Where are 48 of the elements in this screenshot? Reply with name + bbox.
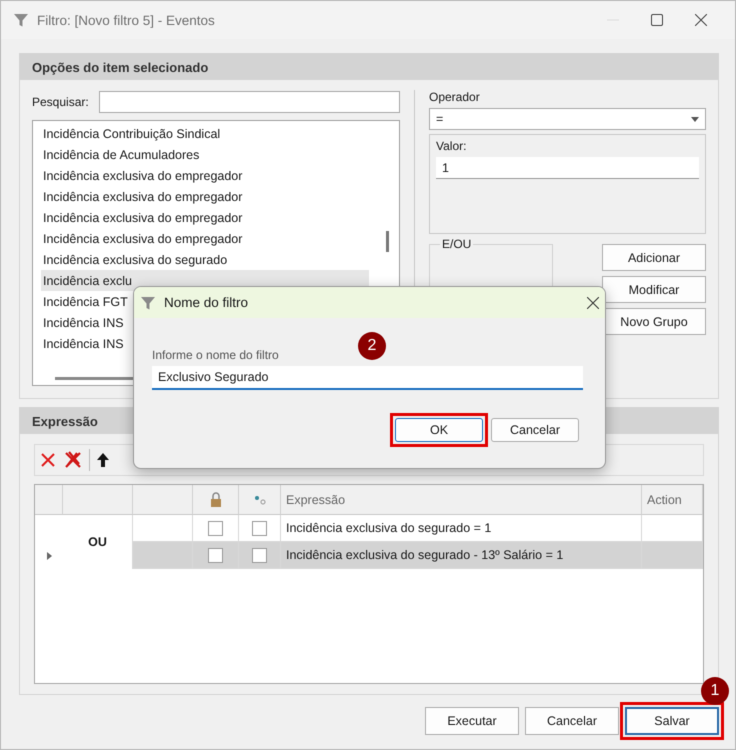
dialog-button[interactable]: OK	[395, 418, 483, 442]
expression-cell: Incidência exclusiva do segurado - 13º Salário = 1	[281, 542, 642, 569]
operator-label: Operador	[429, 90, 481, 104]
lock-checkbox[interactable]	[208, 548, 223, 562]
scrollbar-thumb[interactable]	[386, 231, 389, 252]
up-arrow-icon[interactable]	[96, 452, 110, 468]
lock-icon	[210, 492, 222, 508]
column-header: Action	[642, 485, 703, 515]
row-checkbox[interactable]	[252, 548, 267, 562]
list-item[interactable]: Incidência de Acumuladores	[41, 144, 369, 165]
table-cell	[642, 542, 703, 569]
footer-button[interactable]: Executar	[425, 707, 519, 735]
step-marker: 2	[358, 332, 386, 360]
and-or-label: E/OU	[440, 237, 474, 251]
list-item[interactable]: Incidência exclusiva do empregador	[41, 165, 369, 186]
dialog-button[interactable]: Cancelar	[491, 418, 579, 442]
action-button[interactable]: Adicionar	[602, 244, 706, 271]
value-label: Valor:	[436, 139, 468, 153]
dialog-title: Nome do filtro	[164, 295, 250, 310]
action-button[interactable]: Modificar	[602, 276, 706, 303]
field-label: Informe o nome do filtro	[152, 348, 280, 362]
operator-dropdown[interactable]: =	[429, 108, 706, 130]
step-marker: 1	[701, 677, 729, 705]
window-title: Filtro: [Novo filtro 5] - Eventos	[37, 12, 216, 28]
close-icon[interactable]	[695, 14, 707, 26]
value-field[interactable]: 1	[436, 157, 699, 179]
dropdown-arrow-icon	[691, 116, 699, 122]
delete-all-icon[interactable]	[63, 450, 83, 470]
footer-button[interactable]: Cancelar	[525, 707, 619, 735]
list-item[interactable]: Incidência exclusiva do empregador	[41, 186, 369, 207]
footer-button[interactable]: Salvar	[625, 707, 719, 735]
list-item[interactable]: Incidência Contribuição Sindical	[41, 123, 369, 144]
filter-icon	[13, 12, 29, 28]
search-field[interactable]	[98, 91, 400, 113]
delete-icon[interactable]	[39, 451, 57, 469]
dots-icon	[254, 494, 266, 504]
name-field[interactable]: Exclusivo Segurado	[152, 366, 583, 390]
list-item[interactable]: Incidência exclusiva do segurado	[41, 249, 369, 270]
panel-header: Opções do item selecionado	[20, 54, 718, 80]
filter-icon	[140, 294, 156, 310]
column-header: Expressão	[281, 485, 642, 515]
maximize-icon[interactable]	[651, 14, 663, 26]
list-item[interactable]: Incidência exclusiva do empregador	[41, 207, 369, 228]
search-label: Pesquisar:	[32, 95, 89, 109]
row-checkbox[interactable]	[252, 520, 267, 536]
close-icon[interactable]	[587, 296, 599, 308]
list-item[interactable]: Incidência exclusiva do empregador	[41, 228, 369, 249]
lock-checkbox[interactable]	[208, 520, 223, 536]
